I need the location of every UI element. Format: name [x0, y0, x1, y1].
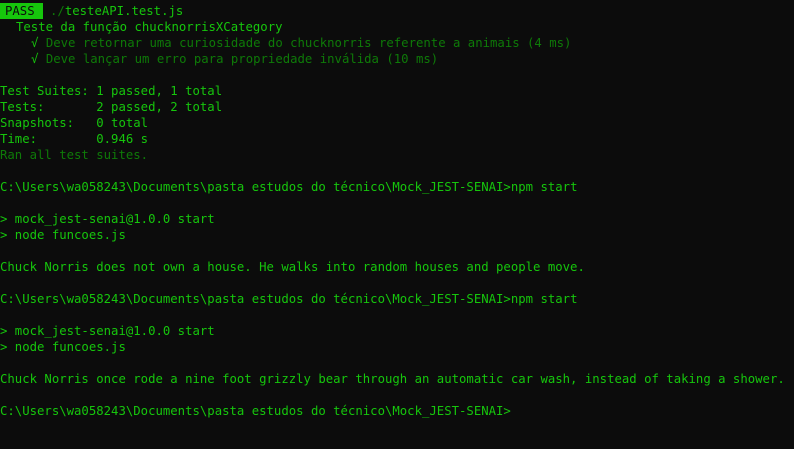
prompt-path: C:\Users\wa058243\Documents\pasta estudo… — [0, 404, 511, 418]
command-text: npm start — [510, 180, 578, 194]
check-icon: √ — [31, 52, 39, 66]
test-file-dir: ./ — [50, 4, 65, 18]
summary-suites: Test Suites: 1 passed, 1 total — [0, 83, 794, 99]
test-file-header: PASS ./testeAPI.test.js — [0, 3, 794, 19]
command-line: C:\Users\wa058243\Documents\pasta estudo… — [0, 179, 794, 195]
program-output: Chuck Norris once rode a nine foot grizz… — [0, 372, 785, 386]
test-suite-name: Teste da função chucknorrisXCategory — [16, 20, 283, 34]
npm-script-line: > mock_jest-senai@1.0.0 start — [0, 212, 215, 226]
summary-snapshots-value: 0 total — [96, 116, 149, 130]
text-cursor — [511, 403, 519, 417]
check-icon: √ — [31, 36, 39, 50]
pass-status-badge: PASS — [0, 3, 43, 19]
command-line: C:\Users\wa058243\Documents\pasta estudo… — [0, 291, 794, 307]
node-command-line: > node funcoes.js — [0, 340, 126, 354]
ran-all-suites-text: Ran all test suites. — [0, 148, 149, 162]
summary-time-value: 0.946 s — [96, 132, 149, 146]
summary-suites-value: 1 passed, 1 total — [96, 84, 223, 98]
test-file-name: testeAPI.test.js — [64, 4, 184, 18]
command-text: npm start — [510, 292, 578, 306]
summary-tests-value: 2 passed, 2 total — [96, 100, 223, 114]
summary-suites-label: Test Suites: — [0, 84, 97, 98]
summary-tests-label: Tests: — [0, 100, 97, 114]
summary-time: Time: 0.946 s — [0, 131, 794, 147]
test-result-row: √ Deve retornar uma curiosidade do chuck… — [0, 35, 794, 51]
prompt-path: C:\Users\wa058243\Documents\pasta estudo… — [0, 292, 511, 306]
test-result-label: Deve retornar uma curiosidade do chuckno… — [45, 36, 572, 50]
npm-script-line: > mock_jest-senai@1.0.0 start — [0, 324, 215, 338]
summary-snapshots: Snapshots: 0 total — [0, 115, 794, 131]
prompt-path: C:\Users\wa058243\Documents\pasta estudo… — [0, 180, 511, 194]
summary-time-label: Time: — [0, 132, 97, 146]
terminal-window[interactable]: PASS ./testeAPI.test.js Teste da função … — [0, 0, 794, 449]
summary-tests: Tests: 2 passed, 2 total — [0, 99, 794, 115]
test-result-row: √ Deve lançar um erro para propriedade i… — [0, 51, 794, 67]
summary-snapshots-label: Snapshots: — [0, 116, 97, 130]
node-command-line: > node funcoes.js — [0, 228, 126, 242]
test-result-label: Deve lançar um erro para propriedade inv… — [45, 52, 439, 66]
active-prompt-line[interactable]: C:\Users\wa058243\Documents\pasta estudo… — [0, 403, 794, 419]
program-output: Chuck Norris does not own a house. He wa… — [0, 260, 585, 274]
